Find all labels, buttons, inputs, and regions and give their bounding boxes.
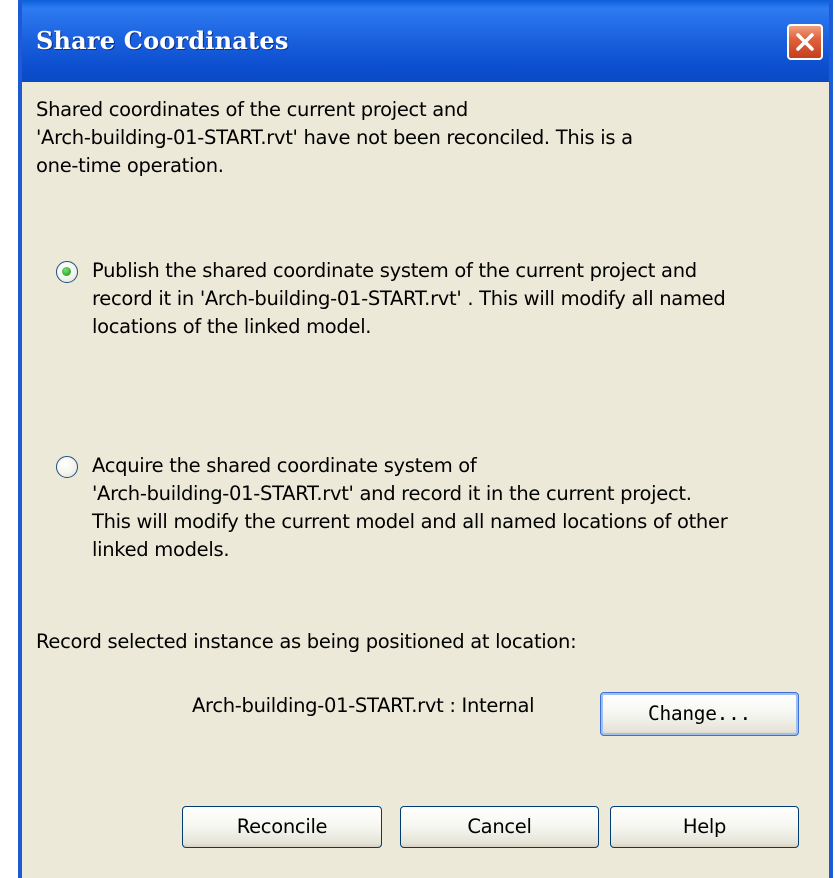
share-coordinates-dialog: Share Coordinates Shared coordinates of … (18, 0, 833, 878)
dialog-body: Shared coordinates of the current projec… (22, 82, 829, 878)
cancel-button[interactable]: Cancel (400, 806, 599, 848)
close-icon (796, 33, 814, 51)
radio-selected-dot (62, 267, 71, 276)
title-bar[interactable]: Share Coordinates (22, 0, 829, 82)
record-location-label: Record selected instance as being positi… (36, 630, 577, 653)
acquire-radio[interactable] (56, 456, 78, 478)
help-button[interactable]: Help (610, 806, 799, 848)
location-value: Arch-building-01-START.rvt : Internal (192, 694, 535, 717)
reconcile-button[interactable]: Reconcile (182, 806, 382, 848)
publish-radio[interactable] (56, 261, 78, 283)
acquire-option-label[interactable]: Acquire the shared coordinate system of … (92, 452, 822, 564)
publish-option-label[interactable]: Publish the shared coordinate system of … (92, 257, 822, 341)
close-button[interactable] (787, 24, 823, 60)
change-button[interactable]: Change... (600, 692, 799, 736)
intro-message: Shared coordinates of the current projec… (36, 98, 633, 177)
dialog-title: Share Coordinates (36, 26, 289, 55)
